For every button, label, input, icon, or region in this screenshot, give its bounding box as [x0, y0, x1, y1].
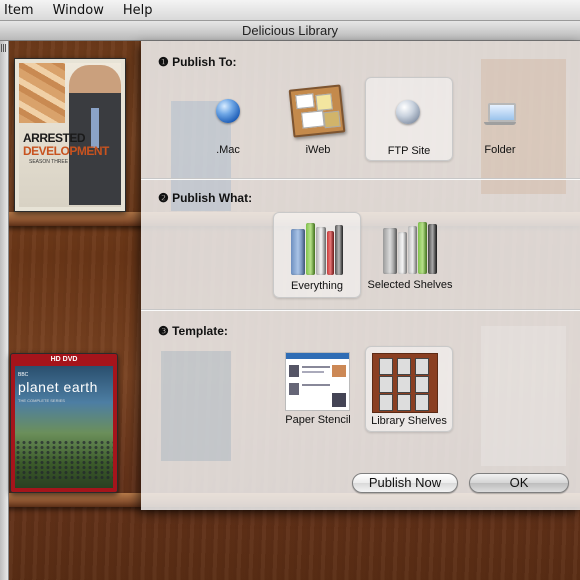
option-label: Everything [291, 280, 343, 292]
dvd-cover-art: BBC planet earth THE COMPLETE SERIES [15, 366, 113, 488]
option-selected-shelves[interactable]: Selected Shelves [365, 212, 455, 296]
dvd-arrested-development[interactable]: ARRESTED DEVELOPMENT SEASON THREE [14, 58, 126, 212]
option-dot-mac[interactable]: .Mac [189, 77, 267, 161]
section-divider [141, 178, 580, 180]
books-selected-icon [383, 218, 437, 274]
cover-subtitle: SEASON THREE [29, 159, 69, 165]
hd-dvd-banner: HD DVD [50, 356, 78, 363]
ghost-cover [481, 326, 566, 466]
option-label: FTP Site [387, 145, 431, 157]
cover-herd-image [15, 440, 113, 480]
publish-now-button[interactable]: Publish Now [352, 473, 458, 493]
publish-what-heading: ❷ Publish What: [158, 191, 253, 205]
cover-tie [91, 108, 99, 148]
library-shelves-thumbnail [372, 353, 438, 413]
dvd-cover-art: ARRESTED DEVELOPMENT SEASON THREE [19, 63, 121, 207]
ftp-globe-icon [396, 100, 420, 124]
option-iweb[interactable]: iWeb [279, 77, 357, 161]
books-icon [291, 219, 343, 275]
option-label: iWeb [305, 144, 331, 156]
menu-window[interactable]: Window [53, 3, 104, 18]
ok-button[interactable]: OK [469, 473, 569, 493]
option-label: Library Shelves [371, 415, 447, 427]
dvd-planet-earth[interactable]: HD DVD BBC planet earth THE COMPLETE SER… [10, 353, 118, 493]
section-divider [141, 309, 580, 311]
menu-bar: Item Window Help [0, 0, 580, 21]
mac-globe-icon [216, 99, 240, 123]
option-label: Paper Stencil [285, 414, 351, 426]
cover-collage [19, 63, 65, 123]
window-title: Delicious Library [241, 23, 339, 38]
iweb-icon [288, 84, 346, 138]
menu-item[interactable]: Item [4, 3, 34, 18]
option-paper-stencil[interactable]: Paper Stencil [279, 346, 357, 430]
window-title-bar: Delicious Library [0, 21, 580, 41]
resize-grip-icon[interactable] [1, 44, 7, 52]
option-everything[interactable]: Everything [273, 212, 361, 298]
option-ftp-site[interactable]: FTP Site [365, 77, 453, 161]
cover-network: BBC [18, 372, 29, 378]
publish-to-heading: ❶ Publish To: [158, 55, 237, 69]
option-label: Selected Shelves [367, 279, 453, 291]
option-label: .Mac [216, 144, 240, 156]
menu-help[interactable]: Help [123, 3, 153, 18]
option-library-shelves[interactable]: Library Shelves [365, 346, 453, 432]
paper-stencil-thumbnail [285, 352, 350, 411]
shelf-scroll-strip[interactable] [0, 41, 9, 580]
option-label: Folder [484, 144, 516, 156]
publish-sheet: ❶ Publish To: .Mac iWeb FTP Site Folder … [141, 41, 580, 510]
cover-title: planet earth [18, 379, 98, 395]
cover-title-line1: ARRESTED [23, 131, 86, 145]
option-folder[interactable]: Folder [461, 77, 539, 161]
cover-subtitle: THE COMPLETE SERIES [18, 398, 65, 403]
laptop-icon [484, 103, 516, 125]
template-heading: ❸ Template: [158, 324, 228, 338]
ghost-cover [161, 351, 231, 461]
cover-title-line2: DEVELOPMENT [23, 144, 109, 158]
